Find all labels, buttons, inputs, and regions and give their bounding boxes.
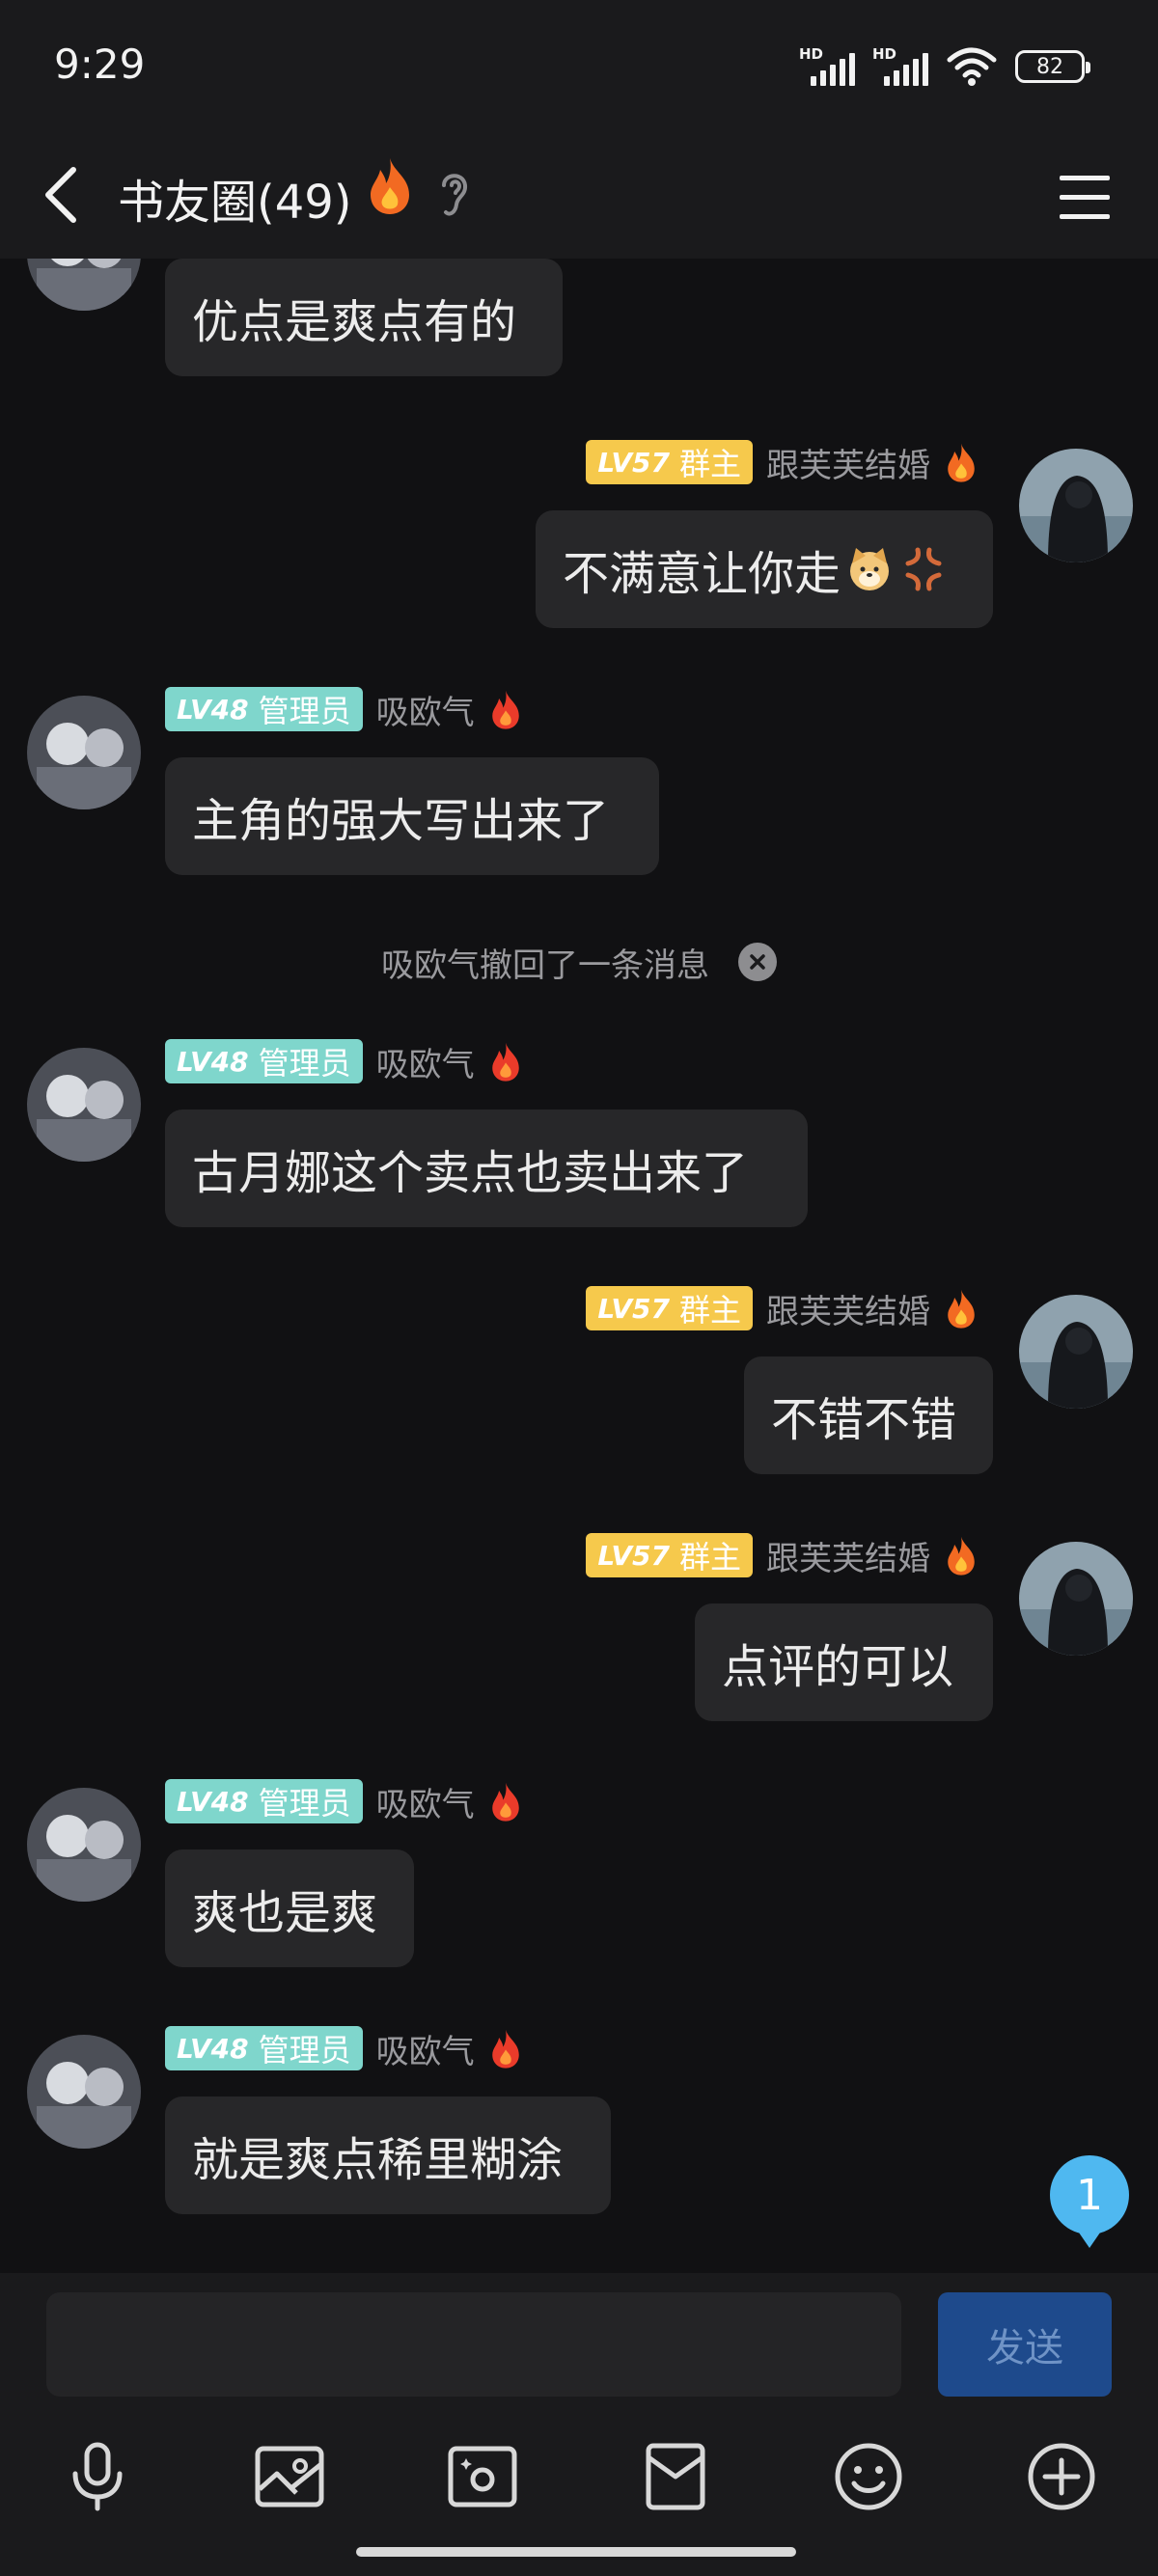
message-text: 点评的可以 <box>722 1640 954 1694</box>
level-badge: LV48 管理员 <box>165 2026 363 2070</box>
message-bubble[interactable]: 不错不错 <box>744 1357 993 1474</box>
message-text: 不错不错 <box>771 1393 957 1447</box>
message-meta: LV57 群主 跟芙芙结婚 <box>586 1532 979 1578</box>
message-bubble[interactable]: 就是爽点稀里糊涂 <box>165 2096 611 2214</box>
recall-text: 吸欧气撤回了一条消息 <box>381 945 709 985</box>
status-bar: 9:29 HD HD 82 <box>0 0 1158 135</box>
group-title[interactable]: 书友圈(49) <box>118 164 352 232</box>
image-icon[interactable] <box>246 2433 333 2520</box>
redpacket-icon[interactable] <box>632 2433 719 2520</box>
chat-area[interactable]: 优点是爽点有的 LV57 群主 跟芙芙结婚 不满意让你走 LV48 管理员 吸欧气 … <box>0 259 1158 2273</box>
battery-icon: 82 <box>1015 50 1090 83</box>
message-text: 古月娜这个卖点也卖出来了 <box>192 1146 749 1200</box>
message-text: 爽也是爽 <box>192 1886 378 1940</box>
close-icon[interactable] <box>738 943 777 981</box>
username[interactable]: 吸欧气 <box>376 686 475 733</box>
fire-icon <box>491 2029 519 2069</box>
chevron-left-icon <box>45 167 76 223</box>
message-text: 优点是爽点有的 <box>192 295 517 349</box>
message-bubble[interactable]: 点评的可以 <box>695 1603 993 1721</box>
username[interactable]: 吸欧气 <box>376 2025 475 2072</box>
message-meta: LV48 管理员 吸欧气 <box>165 1038 523 1084</box>
send-button[interactable]: 发送 <box>938 2292 1112 2397</box>
message-bubble[interactable]: 不满意让你走 <box>536 510 993 628</box>
username[interactable]: 跟芙芙结婚 <box>766 1532 930 1579</box>
message-meta: LV48 管理员 吸欧气 <box>165 686 523 732</box>
avatar[interactable] <box>27 1788 141 1902</box>
avatar[interactable] <box>27 1048 141 1162</box>
avatar[interactable] <box>27 259 141 311</box>
back-button[interactable] <box>35 156 93 233</box>
home-indicator[interactable] <box>356 2547 796 2557</box>
camera-icon[interactable] <box>439 2433 526 2520</box>
menu-button[interactable] <box>1052 164 1119 232</box>
avatar[interactable] <box>1019 449 1133 562</box>
status-time: 9:29 <box>54 41 146 88</box>
microphone-icon[interactable] <box>54 2433 141 2520</box>
fire-icon <box>491 1042 519 1082</box>
message-text: 主角的强大写出来了 <box>192 794 610 848</box>
message-bubble[interactable]: 爽也是爽 <box>165 1850 414 1967</box>
level-badge: LV57 群主 <box>586 1533 753 1577</box>
ear-icon[interactable] <box>434 164 473 226</box>
level-badge: LV57 群主 <box>586 1286 753 1330</box>
avatar[interactable] <box>27 696 141 809</box>
level-badge: LV57 群主 <box>586 440 753 484</box>
doge-emoji-icon <box>850 548 890 590</box>
avatar[interactable] <box>27 2035 141 2149</box>
signal-icon: HD <box>872 45 928 86</box>
toolbar <box>0 2433 1158 2530</box>
wifi-icon <box>947 47 997 86</box>
level-badge: LV48 管理员 <box>165 1779 363 1823</box>
fire-icon <box>948 1536 975 1576</box>
battery-level: 82 <box>1036 54 1063 79</box>
avatar[interactable] <box>1019 1295 1133 1409</box>
message-bubble[interactable]: 古月娜这个卖点也卖出来了 <box>165 1110 808 1227</box>
hamburger-icon <box>1060 176 1110 219</box>
message-text: 就是爽点稀里糊涂 <box>192 2133 564 2187</box>
level-badge: LV48 管理员 <box>165 1039 363 1083</box>
fire-icon <box>948 443 975 482</box>
message-meta: LV48 管理员 吸欧气 <box>165 2025 523 2071</box>
message-meta: LV48 管理员 吸欧气 <box>165 1778 523 1824</box>
plus-icon[interactable] <box>1018 2433 1105 2520</box>
input-area: 发送 <box>0 2273 1158 2576</box>
message-bubble[interactable]: 优点是爽点有的 <box>165 259 563 376</box>
message-text: 不满意让你走 <box>563 547 841 601</box>
emoji-icon[interactable] <box>825 2433 912 2520</box>
message-meta: LV57 群主 跟芙芙结婚 <box>586 1285 979 1331</box>
chat-header: 书友圈(49) <box>0 135 1158 259</box>
unread-badge[interactable]: 1 <box>1050 2155 1129 2248</box>
fire-icon <box>491 1782 519 1822</box>
anger-icon <box>905 547 942 591</box>
system-notice: 吸欧气撤回了一条消息 <box>0 933 1158 991</box>
avatar[interactable] <box>1019 1542 1133 1656</box>
fire-icon <box>365 154 415 220</box>
message-input[interactable] <box>46 2292 901 2397</box>
username[interactable]: 吸欧气 <box>376 1778 475 1825</box>
username[interactable]: 吸欧气 <box>376 1038 475 1085</box>
fire-icon <box>491 690 519 729</box>
message-bubble[interactable]: 主角的强大写出来了 <box>165 757 659 875</box>
username[interactable]: 跟芙芙结婚 <box>766 439 930 486</box>
signal-icon: HD <box>799 45 855 86</box>
username[interactable]: 跟芙芙结婚 <box>766 1285 930 1332</box>
level-badge: LV48 管理员 <box>165 687 363 731</box>
fire-icon <box>948 1289 975 1329</box>
message-meta: LV57 群主 跟芙芙结婚 <box>586 439 979 485</box>
status-icons: HD HD 82 <box>799 45 1090 87</box>
